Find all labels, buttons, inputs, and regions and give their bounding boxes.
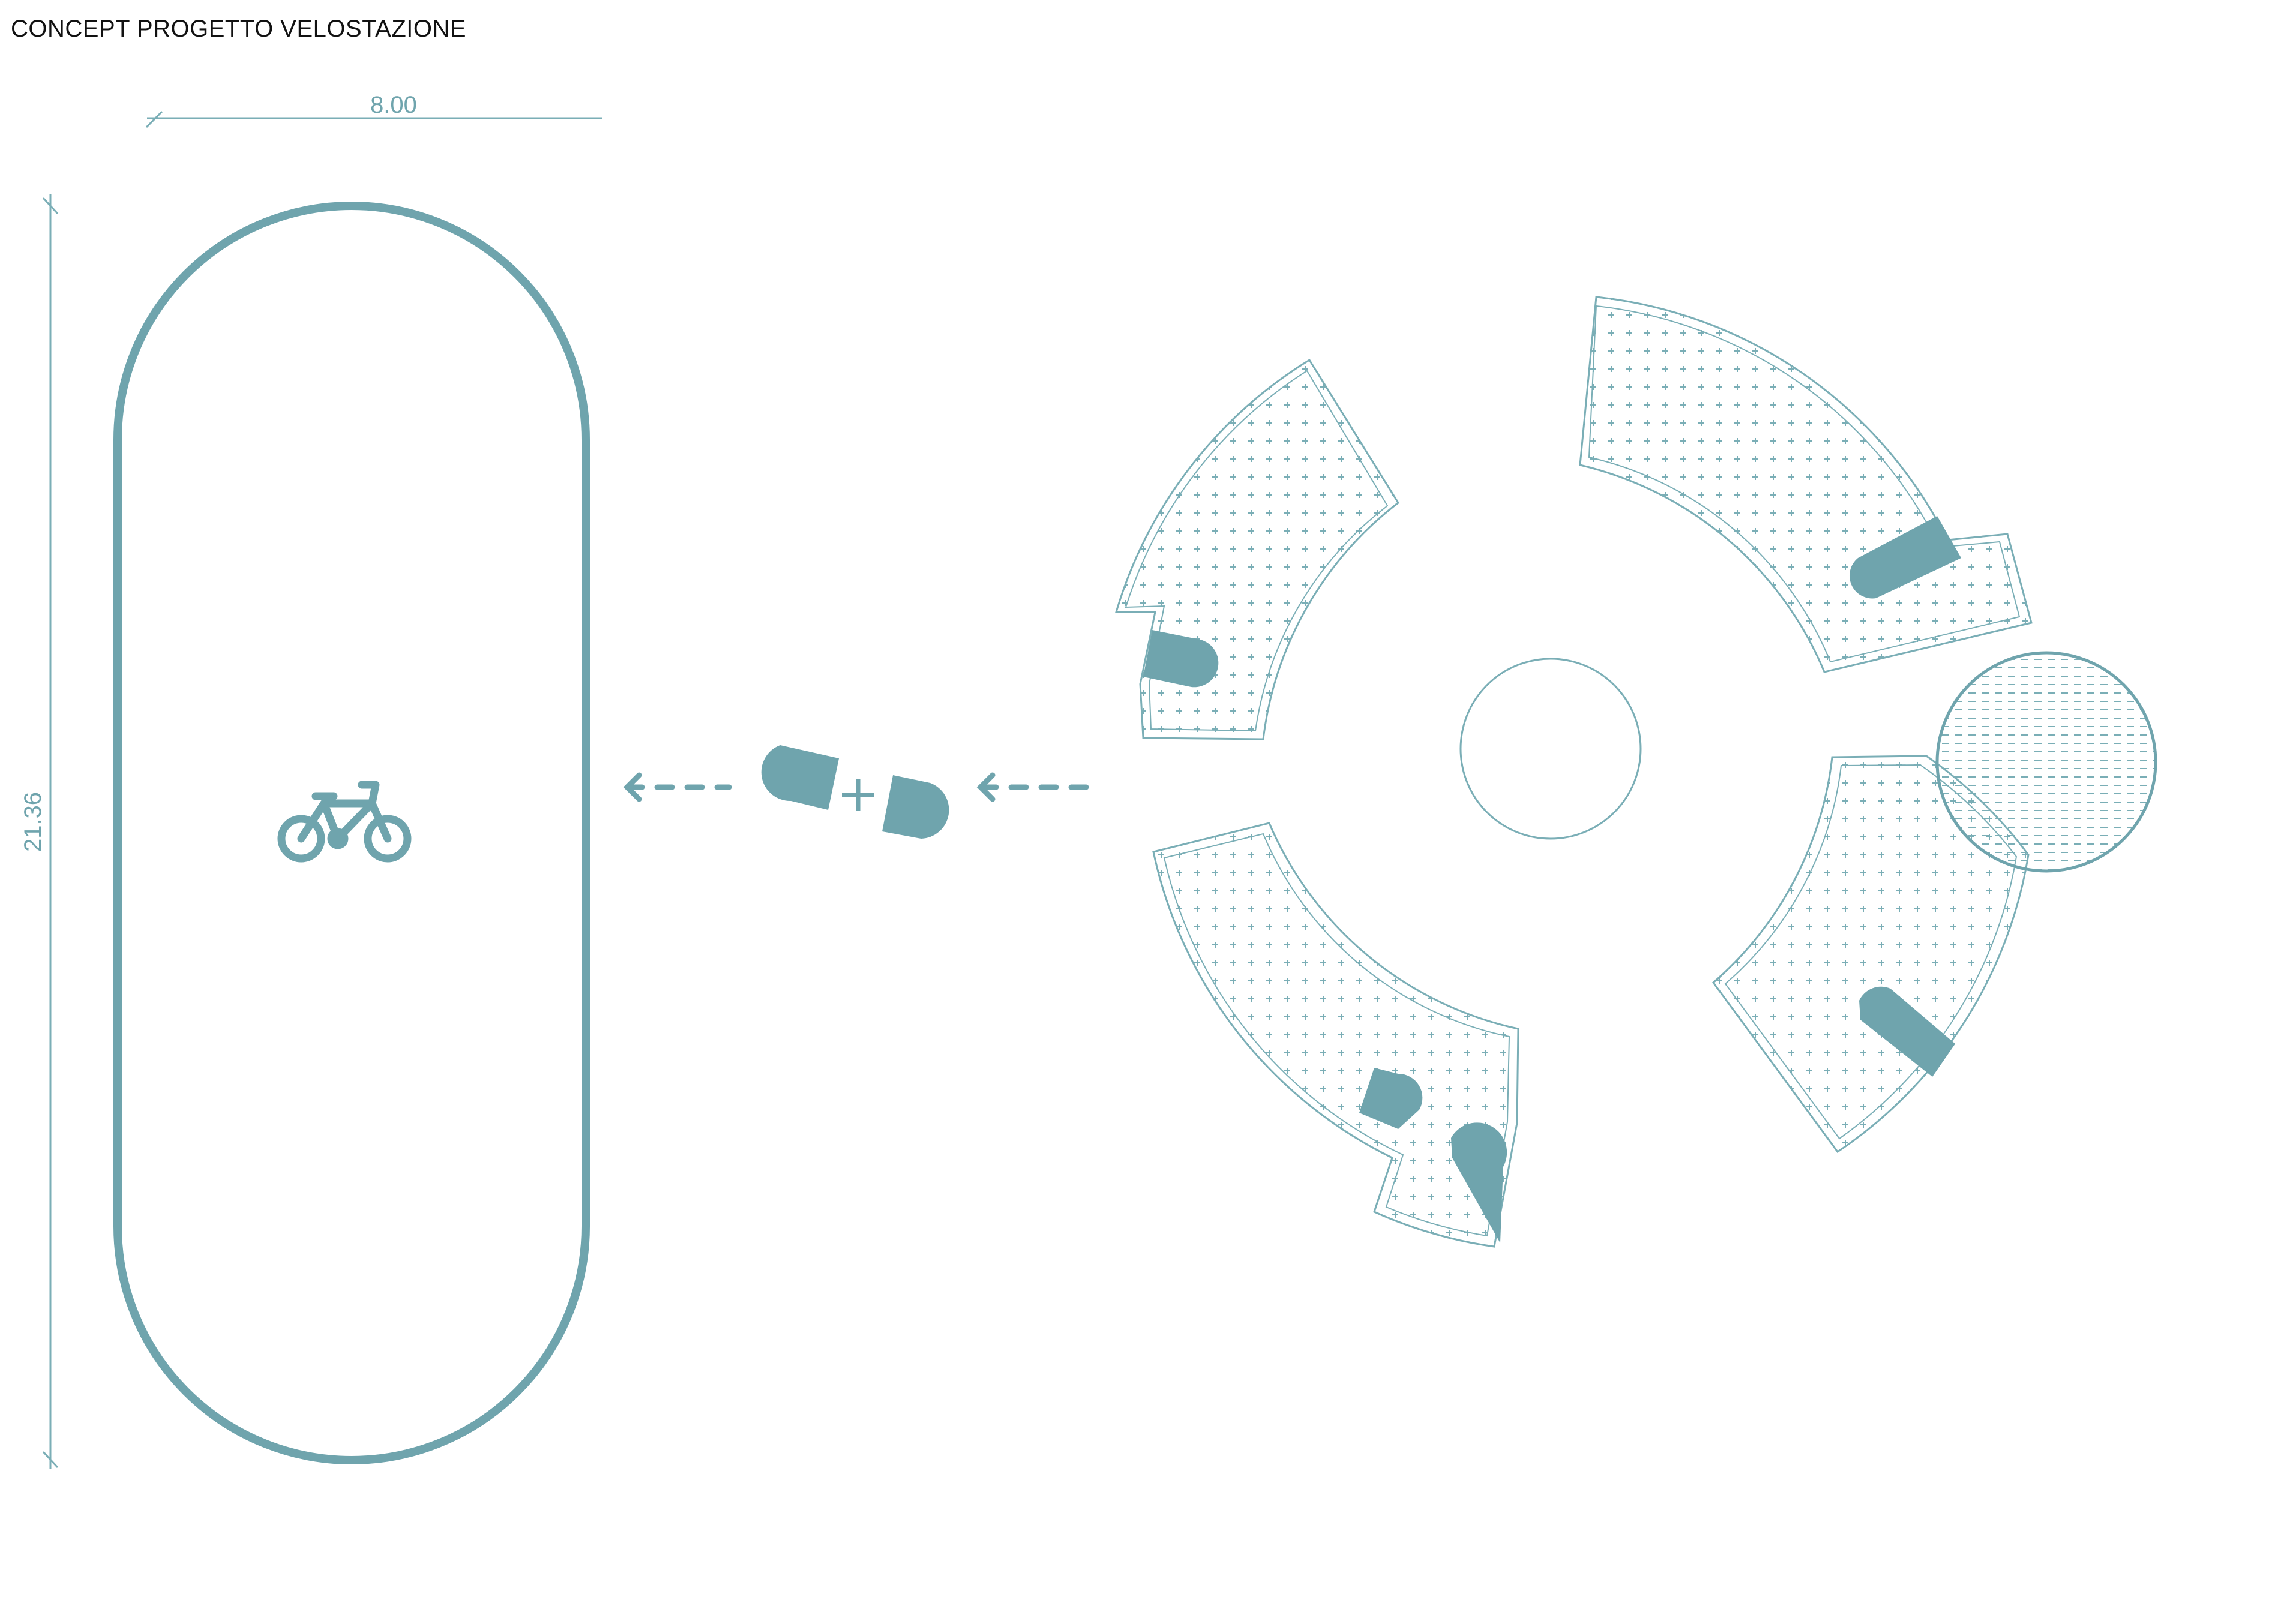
width-label: 8.00 [370, 92, 417, 118]
station-capsule-outline [113, 202, 590, 1464]
module-bottom-left [1152, 822, 1519, 1248]
module-top-right [1579, 296, 2033, 673]
pill-piece-left [761, 745, 839, 810]
central-circle [1459, 658, 1642, 840]
radial-plan [1114, 296, 2157, 1248]
module-top-left [1114, 358, 1399, 740]
plus-icon [842, 779, 874, 811]
height-label: 21.36 [20, 792, 46, 852]
dashed-arrow-left-icon [623, 772, 732, 802]
height-dimension: 21.36 [20, 194, 59, 1469]
dashed-arrow-left-icon-2 [976, 772, 1089, 802]
pill-piece-right [882, 775, 949, 839]
bicycle-icon [277, 781, 412, 863]
hatched-circle [1935, 651, 2157, 873]
width-dimension: 8.00 [145, 92, 602, 128]
concept-drawing: 8.00 21.36 [20, 92, 2157, 1469]
